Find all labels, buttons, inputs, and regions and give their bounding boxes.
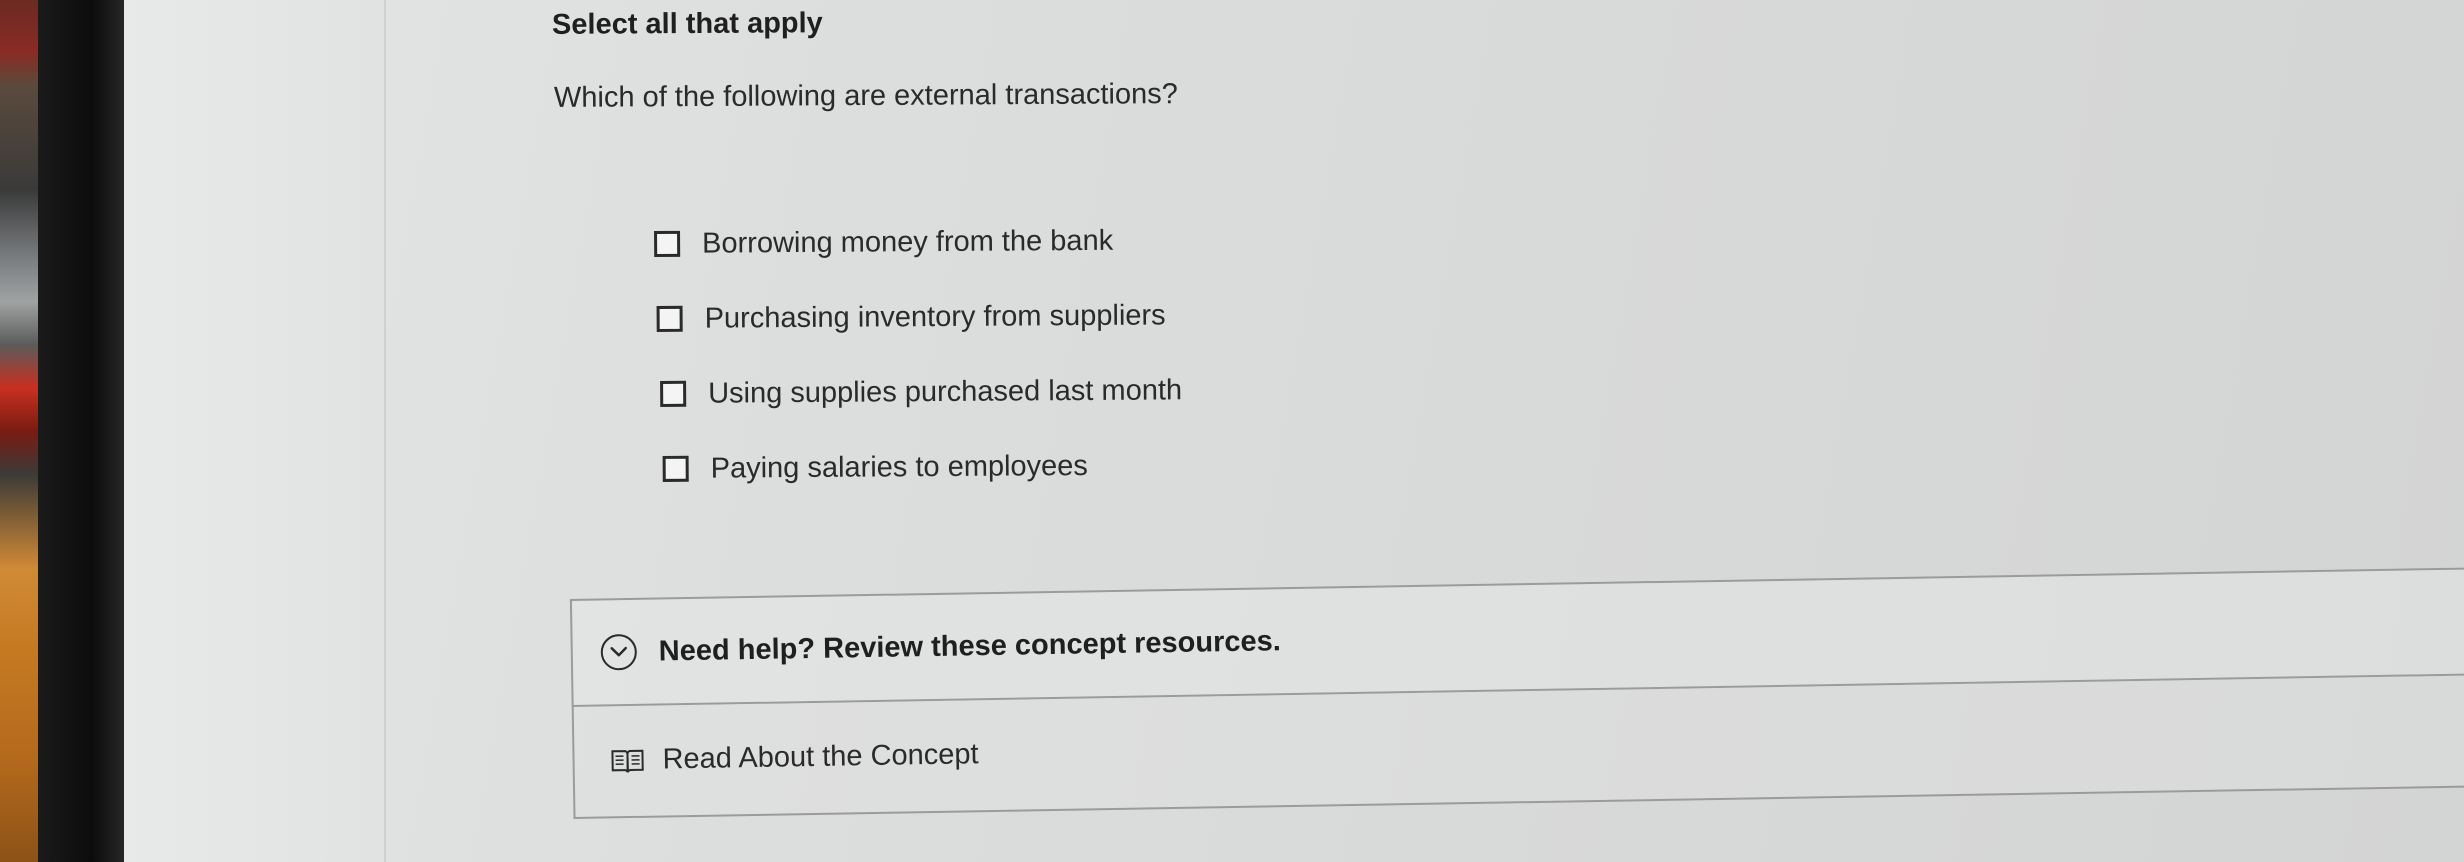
question-instruction: Select all that apply [551,7,823,41]
answer-option[interactable]: Purchasing inventory from suppliers [655,298,1355,335]
concept-resources-panel: Need help? Review these concept resource… [569,511,2464,819]
question-prompt: Which of the following are external tran… [553,78,1178,114]
option-label: Borrowing money from the bank [701,224,1114,260]
answer-options: Borrowing money from the bank Purchasing… [654,223,1356,528]
option-label: Paying salaries to employees [710,449,1088,485]
resource-label: Read About the Concept [662,738,979,776]
photo-scene: Select all that apply Which of the follo… [0,0,2464,862]
answer-option[interactable]: Using supplies purchased last month [655,373,1355,410]
question-content: Select all that apply Which of the follo… [429,0,2464,862]
left-panel [124,0,386,862]
book-icon [610,746,644,775]
read-about-concept-link[interactable]: Read About the Concept [610,738,979,777]
chevron-down-circle-icon[interactable] [600,633,638,671]
option-checkbox[interactable] [660,380,687,407]
option-label: Using supplies purchased last month [708,373,1183,410]
option-checkbox[interactable] [662,455,689,482]
option-checkbox[interactable] [656,305,683,332]
monitor-bezel [38,0,128,862]
option-label: Purchasing inventory from suppliers [704,298,1166,335]
help-title: Need help? Review these concept resource… [658,624,1282,668]
option-checkbox[interactable] [654,230,681,257]
screen: Select all that apply Which of the follo… [124,0,2464,862]
answer-option[interactable]: Borrowing money from the bank [654,223,1354,260]
answer-option[interactable]: Paying salaries to employees [656,448,1356,485]
